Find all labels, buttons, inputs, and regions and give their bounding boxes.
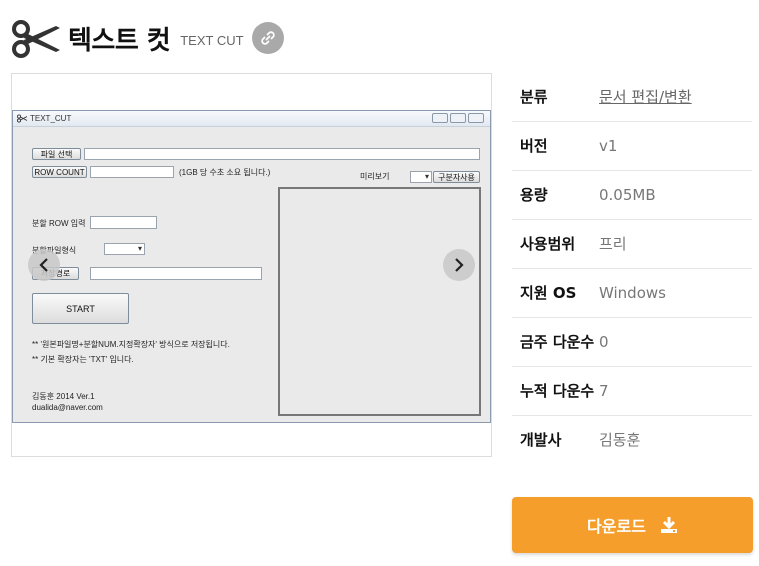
app-header: 텍스트 컷 TEXT CUT — [10, 12, 284, 64]
shot-split-format-select — [104, 243, 145, 255]
info-value: Windows — [599, 284, 666, 302]
download-button[interactable]: 다운로드 — [512, 497, 753, 553]
app-title: 텍스트 컷 — [68, 25, 171, 56]
shot-file-select-button: 파일 선택 — [32, 148, 81, 160]
shot-author: 김동훈 2014 Ver.1 — [32, 392, 95, 401]
info-key: 버전 — [520, 137, 548, 155]
scissors-icon — [12, 20, 60, 58]
gallery-prev-button[interactable] — [28, 249, 60, 281]
app-subtitle: TEXT CUT — [180, 33, 244, 48]
link-icon — [260, 31, 275, 45]
info-row-category: 분류 문서 편집/변환 — [512, 73, 752, 122]
shot-row-count-field — [90, 166, 174, 178]
gallery-next-button[interactable] — [443, 249, 475, 281]
chevron-left-icon — [39, 258, 48, 272]
info-value: 김동훈 — [599, 431, 641, 449]
shot-save-path-field — [90, 267, 262, 280]
app-info-table: 분류 문서 편집/변환 버전 v1 용량 0.05MB 사용범위 프리 지원 O… — [512, 73, 752, 464]
info-value: 0 — [599, 333, 609, 351]
maximize-icon — [450, 113, 466, 123]
link-button[interactable] — [251, 22, 284, 54]
minimize-icon — [432, 113, 448, 123]
info-row-license: 사용범위 프리 — [512, 220, 752, 269]
shot-row-count-button: ROW COUNT — [32, 166, 87, 178]
info-row-size: 용량 0.05MB — [512, 171, 752, 220]
info-key: 개발사 — [520, 431, 562, 449]
shot-preview-pane — [278, 187, 481, 416]
app-screenshot: TEXT_CUT 파일 선택 ROW COUNT (1GB 당 수초 소요 됩니… — [12, 110, 491, 423]
info-key: 분류 — [520, 88, 548, 106]
info-value: 0.05MB — [599, 186, 656, 204]
info-row-os: 지원 OS Windows — [512, 269, 752, 318]
screenshot-titlebar: TEXT_CUT — [13, 111, 490, 127]
info-key: 누적 다운수 — [520, 382, 595, 400]
info-row-version: 버전 v1 — [512, 122, 752, 171]
shot-row-count-hint: (1GB 당 수초 소요 됩니다.) — [179, 168, 271, 177]
shot-email: dualida@naver.com — [32, 403, 103, 412]
info-key: 금주 다운수 — [520, 333, 595, 351]
close-icon — [468, 113, 484, 123]
info-value: 7 — [599, 382, 609, 400]
screenshot-window-title: TEXT_CUT — [30, 114, 72, 123]
info-key: 지원 OS — [520, 284, 577, 302]
info-key: 사용범위 — [520, 235, 576, 253]
shot-preview-label: 미리보기 — [360, 172, 390, 181]
shot-separator-button: 구분자사용 — [433, 171, 480, 183]
shot-note-1: ** '원본파일명+분할NUM.지정확장자' 방식으로 저장됩니다. — [32, 340, 230, 349]
download-icon — [660, 517, 677, 533]
scissors-icon — [17, 114, 27, 123]
shot-start-button: START — [32, 293, 129, 324]
shot-split-row-field — [90, 216, 157, 229]
category-link[interactable]: 문서 편집/변환 — [599, 85, 752, 109]
screenshot-gallery: TEXT_CUT 파일 선택 ROW COUNT (1GB 당 수초 소요 됩니… — [11, 73, 492, 457]
info-value: v1 — [599, 137, 618, 155]
shot-note-2: ** 기본 확장자는 'TXT' 입니다. — [32, 355, 134, 364]
chevron-right-icon — [455, 258, 464, 272]
info-key: 용량 — [520, 186, 548, 204]
shot-file-path-field — [84, 148, 480, 160]
info-row-total-downloads: 누적 다운수 7 — [512, 367, 752, 416]
info-value: 프리 — [599, 235, 627, 253]
shot-split-row-label: 분할 ROW 입력 — [32, 219, 86, 228]
download-label: 다운로드 — [587, 517, 646, 536]
shot-separator-select — [410, 171, 432, 183]
info-row-developer: 개발사 김동훈 — [512, 416, 752, 464]
window-controls — [432, 113, 484, 123]
info-row-weekly-downloads: 금주 다운수 0 — [512, 318, 752, 367]
